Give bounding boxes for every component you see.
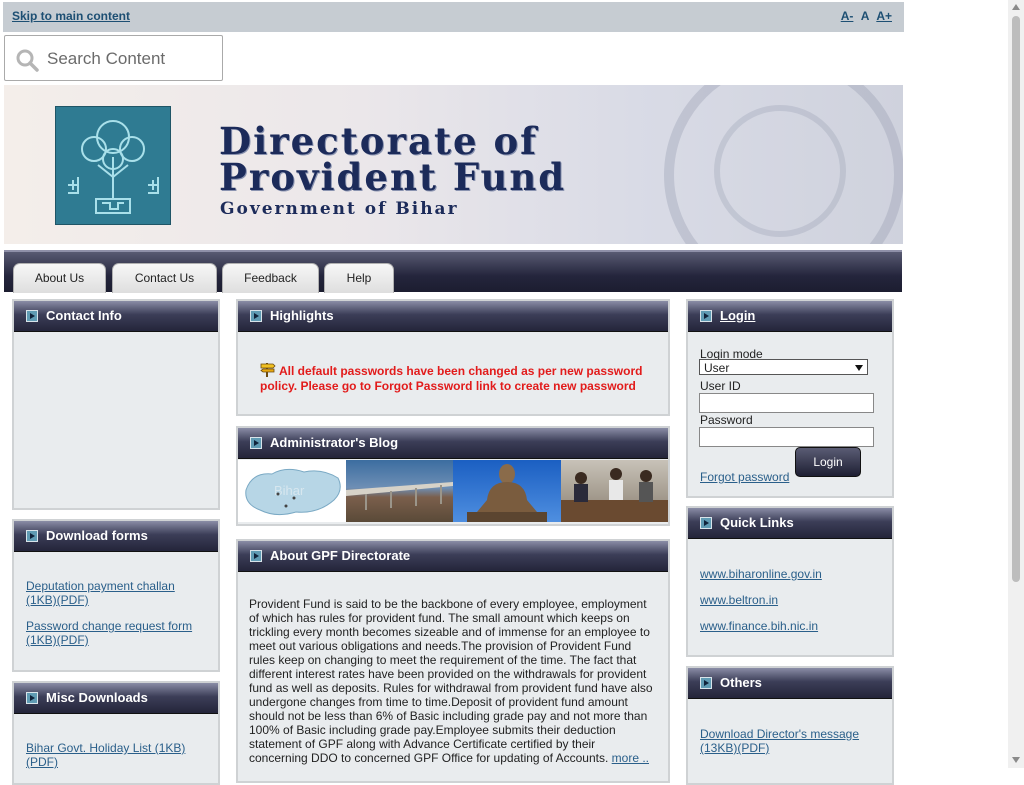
- misc-downloads-panel: Misc Downloads Bihar Govt. Holiday List …: [12, 681, 220, 785]
- panel-title: Administrator's Blog: [270, 435, 399, 450]
- login-header: Login: [688, 301, 892, 332]
- holiday-list-link[interactable]: Bihar Govt. Holiday List (1KB) (PDF): [26, 741, 206, 769]
- directors-message-link[interactable]: Download Director's message (13KB)(PDF): [700, 727, 880, 755]
- login-button[interactable]: Login: [795, 447, 861, 477]
- tab-contact-us[interactable]: Contact Us: [112, 263, 217, 293]
- map-label: Bihar: [274, 483, 305, 498]
- quick-link-finance[interactable]: www.finance.bih.nic.in: [700, 619, 818, 633]
- banner-title-line2: Provident Fund: [219, 155, 567, 199]
- arrow-right-icon: [700, 677, 712, 689]
- banner-subtitle: Government of Bihar: [220, 199, 459, 219]
- download-forms-header: Download forms: [14, 521, 218, 552]
- chevron-down-icon: [855, 365, 863, 371]
- quick-links-header: Quick Links: [688, 508, 892, 539]
- chakra-watermark-inner: [714, 105, 846, 237]
- font-smaller-button[interactable]: A-: [841, 9, 854, 23]
- map-graphic: Bihar: [245, 468, 341, 516]
- quick-links-panel: Quick Links www.biharonline.gov.in www.b…: [686, 506, 894, 657]
- tab-help[interactable]: Help: [324, 263, 394, 293]
- panel-title: Contact Info: [46, 308, 122, 323]
- scroll-down-icon[interactable]: [1012, 757, 1020, 763]
- about-gpf-panel: About GPF Directorate Provident Fund is …: [236, 539, 670, 783]
- top-utility-bar: Skip to main content A- A A+: [3, 2, 904, 32]
- search-box: [4, 35, 223, 81]
- download-forms-panel: Download forms Deputation payment challa…: [12, 519, 220, 672]
- tab-feedback[interactable]: Feedback: [222, 263, 319, 293]
- buddha-statue-image[interactable]: [453, 460, 561, 522]
- panel-title: Download forms: [46, 528, 148, 543]
- font-size-controls: A- A A+: [837, 9, 892, 23]
- admin-blog-header: Administrator's Blog: [238, 428, 668, 459]
- about-text: Provident Fund is said to be the backbon…: [249, 597, 653, 765]
- tree-emblem-icon: [68, 120, 159, 214]
- about-paragraph: Provident Fund is said to be the backbon…: [249, 597, 654, 765]
- bridge-graphic: [346, 482, 453, 510]
- arrow-right-icon: [26, 692, 38, 704]
- header-banner: Directorate of Provident Fund Government…: [4, 85, 903, 244]
- quick-link-biharonline[interactable]: www.biharonline.gov.in: [700, 567, 822, 581]
- search-input[interactable]: [45, 46, 219, 72]
- panel-title: Quick Links: [720, 515, 794, 530]
- meeting-graphic: [561, 468, 668, 522]
- password-label: Password: [700, 413, 753, 427]
- password-change-form-link[interactable]: Password change request form (1KB)(PDF): [26, 619, 206, 647]
- contact-info-panel: Contact Info: [12, 299, 220, 510]
- arrow-right-icon: [700, 517, 712, 529]
- bihar-map-image[interactable]: Bihar: [238, 460, 346, 522]
- highlight-message: All default passwords have been changed …: [260, 361, 660, 394]
- more-link[interactable]: more ..: [612, 751, 649, 765]
- contact-info-header: Contact Info: [14, 301, 218, 332]
- arrow-right-icon: [250, 310, 262, 322]
- arrow-right-icon: [26, 310, 38, 322]
- deputation-challan-link[interactable]: Deputation payment challan (1KB)(PDF): [26, 579, 196, 607]
- login-mode-select[interactable]: User: [699, 359, 868, 375]
- page-scrollbar[interactable]: [1008, 0, 1024, 768]
- highlight-text: All default passwords have been changed …: [260, 364, 643, 393]
- userid-label: User ID: [700, 379, 741, 393]
- others-panel: Others Download Director's message (13KB…: [686, 666, 894, 785]
- statue-graphic: [467, 464, 547, 522]
- skip-to-main-link[interactable]: Skip to main content: [12, 9, 130, 23]
- highlights-panel: Highlights All default passwords have be…: [236, 299, 670, 416]
- about-gpf-header: About GPF Directorate: [238, 541, 668, 572]
- font-larger-button[interactable]: A+: [876, 9, 892, 23]
- arrow-right-icon: [250, 437, 262, 449]
- panel-title: About GPF Directorate: [270, 548, 411, 563]
- bihar-emblem-logo: [55, 106, 171, 225]
- tab-about-us[interactable]: About Us: [13, 263, 106, 293]
- login-panel: Login Login mode User User ID Password L…: [686, 299, 894, 498]
- signpost-icon: [260, 363, 276, 377]
- font-normal-button[interactable]: A: [861, 9, 869, 23]
- password-input[interactable]: [699, 427, 874, 447]
- admin-blog-panel: Administrator's Blog Bihar: [236, 426, 670, 526]
- userid-input[interactable]: [699, 393, 874, 413]
- search-icon[interactable]: [15, 48, 39, 72]
- main-nav: About Us Contact Us Feedback Help: [4, 250, 902, 293]
- arrow-right-icon: [250, 550, 262, 562]
- scroll-up-icon[interactable]: [1012, 4, 1020, 10]
- forgot-password-link[interactable]: Forgot password: [700, 470, 789, 484]
- panel-title: Misc Downloads: [46, 690, 148, 705]
- login-mode-value: User: [704, 361, 730, 375]
- panel-title: Others: [720, 675, 762, 690]
- scrollbar-thumb[interactable]: [1012, 16, 1020, 582]
- office-meeting-image[interactable]: [561, 460, 668, 522]
- bridge-image[interactable]: [346, 460, 453, 522]
- arrow-right-icon: [26, 530, 38, 542]
- login-title-link[interactable]: Login: [720, 308, 755, 323]
- quick-link-beltron[interactable]: www.beltron.in: [700, 593, 778, 607]
- others-header: Others: [688, 668, 892, 699]
- panel-title: Highlights: [270, 308, 334, 323]
- misc-downloads-header: Misc Downloads: [14, 683, 218, 714]
- arrow-right-icon: [700, 310, 712, 322]
- highlights-header: Highlights: [238, 301, 668, 332]
